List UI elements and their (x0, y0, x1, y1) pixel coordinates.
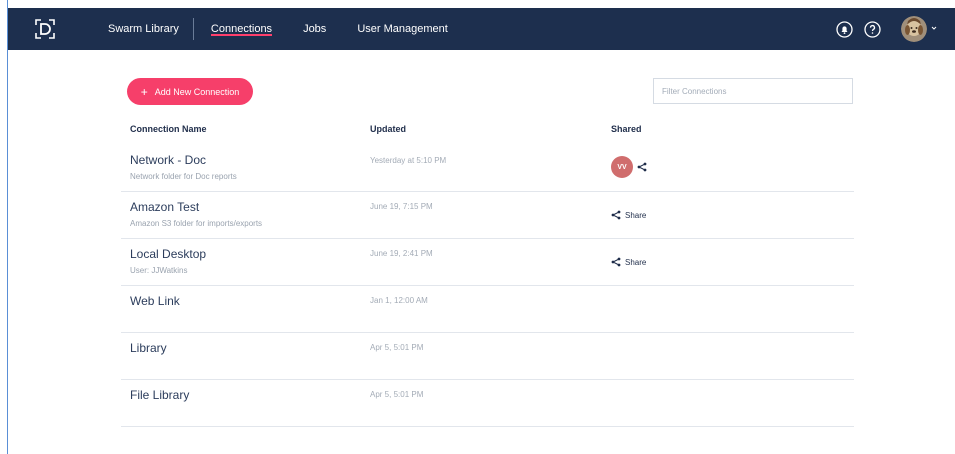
nav-user-management[interactable]: User Management (357, 8, 448, 50)
connection-updated: Yesterday at 5:10 PM (370, 156, 447, 165)
shared-cell: VV (611, 156, 647, 178)
top-navigation-bar: Swarm Library Connections Jobs User Mana… (8, 8, 955, 50)
connection-description: Amazon S3 folder for imports/exports (130, 219, 263, 228)
share-label: Share (625, 210, 647, 220)
shared-cell: Share (611, 257, 646, 267)
share-button[interactable]: Share (611, 210, 646, 220)
caret-down-icon[interactable] (930, 24, 938, 32)
add-new-connection-button[interactable]: + Add New Connection (127, 78, 253, 105)
connection-description: Network folder for Doc reports (130, 172, 237, 181)
connection-updated: Jan 1, 12:00 AM (370, 296, 428, 305)
help-icon[interactable] (864, 21, 881, 38)
table-row[interactable]: Network - Doc Network folder for Doc rep… (121, 145, 854, 192)
connection-updated: Apr 5, 5:01 PM (370, 390, 424, 399)
column-header-shared: Shared (611, 124, 642, 134)
table-row[interactable]: Library Apr 5, 5:01 PM (121, 333, 854, 380)
share-icon[interactable] (637, 162, 647, 172)
share-icon (611, 257, 621, 267)
connection-description: User: JJWatkins (130, 266, 188, 275)
connection-name[interactable]: File Library (130, 388, 189, 402)
nav-divider (192, 18, 194, 40)
table-row[interactable]: Amazon Test Amazon S3 folder for imports… (121, 192, 854, 239)
table-row[interactable]: Web Link Jan 1, 12:00 AM (121, 286, 854, 333)
connection-updated: Apr 5, 5:01 PM (370, 343, 424, 352)
column-header-connection-name[interactable]: Connection Name (130, 124, 207, 134)
table-row[interactable]: File Library Apr 5, 5:01 PM (121, 380, 854, 427)
connection-name[interactable]: Web Link (130, 294, 180, 308)
share-icon (611, 210, 621, 220)
connection-name[interactable]: Network - Doc (130, 153, 206, 167)
notifications-icon[interactable] (836, 21, 853, 38)
window-border (7, 0, 8, 454)
main-nav: Swarm Library Connections Jobs User Mana… (108, 8, 448, 50)
connection-name[interactable]: Amazon Test (130, 200, 199, 214)
shared-user-avatar[interactable]: VV (611, 156, 633, 178)
table-row[interactable]: Local Desktop User: JJWatkins June 19, 2… (121, 239, 854, 286)
connection-name[interactable]: Library (130, 341, 167, 355)
nav-swarm-library[interactable]: Swarm Library (108, 8, 193, 50)
connection-name[interactable]: Local Desktop (130, 247, 206, 261)
column-header-updated[interactable]: Updated (370, 124, 406, 134)
connection-updated: June 19, 7:15 PM (370, 202, 433, 211)
plus-icon: + (140, 84, 148, 99)
user-avatar[interactable] (901, 16, 927, 42)
nav-jobs[interactable]: Jobs (303, 8, 326, 50)
nav-connections[interactable]: Connections (210, 8, 273, 50)
connection-updated: June 19, 2:41 PM (370, 249, 433, 258)
share-label: Share (625, 257, 647, 267)
share-button[interactable]: Share (611, 257, 646, 267)
filter-connections-input[interactable] (653, 78, 853, 104)
add-new-connection-label: Add New Connection (154, 86, 240, 97)
app-logo-icon[interactable] (35, 19, 55, 39)
shared-cell: Share (611, 210, 646, 220)
